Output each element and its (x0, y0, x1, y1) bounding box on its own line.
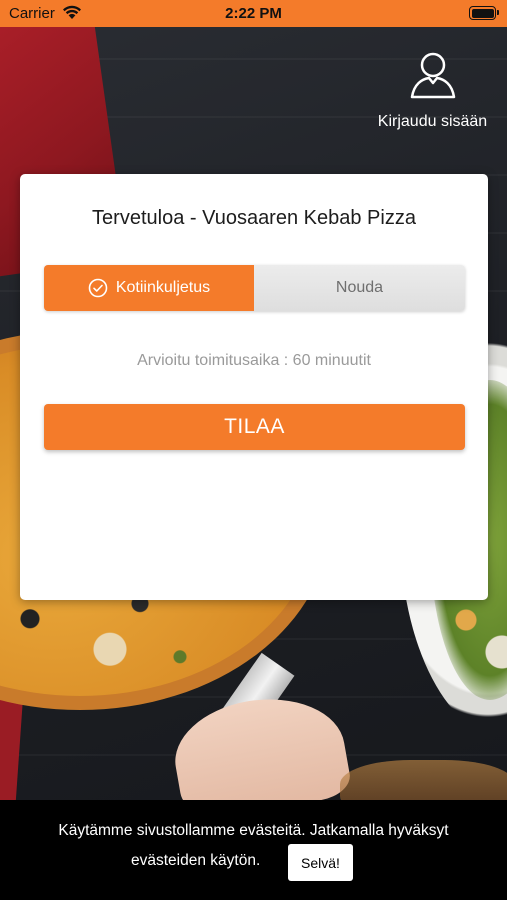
welcome-card: Tervetuloa - Vuosaaren Kebab Pizza Kotii… (20, 174, 488, 600)
cookie-text-line2: evästeiden käytön. (131, 852, 261, 869)
delivery-time-estimate: Arvioitu toimitusaika : 60 minuutit (137, 352, 371, 369)
status-bar: Carrier 2:22 PM (0, 0, 507, 27)
check-circle-icon (88, 278, 108, 298)
battery-icon (469, 6, 499, 20)
option-pickup-label: Nouda (335, 279, 384, 296)
page-title: Tervetuloa - Vuosaaren Kebab Pizza (92, 207, 416, 229)
clock: 2:22 PM (225, 5, 282, 22)
cookie-accept-button[interactable]: Selvä! (288, 844, 353, 881)
login-button[interactable]: Kirjaudu sisään (370, 50, 495, 140)
option-home-delivery[interactable]: Kotiinkuljetus (44, 265, 254, 311)
option-pickup[interactable]: Nouda (254, 265, 465, 311)
cookie-banner: Käytämme sivustollamme evästeitä. Jatkam… (0, 800, 507, 900)
order-button[interactable]: TILAA (44, 404, 465, 450)
delivery-toggle: Kotiinkuljetus Nouda (44, 265, 465, 311)
user-icon (410, 52, 455, 99)
login-label: Kirjaudu sisään (377, 113, 488, 130)
option-home-delivery-label: Kotiinkuljetus (115, 279, 211, 296)
cookie-text-line1: Käytämme sivustollamme evästeitä. Jatkam… (58, 822, 449, 839)
